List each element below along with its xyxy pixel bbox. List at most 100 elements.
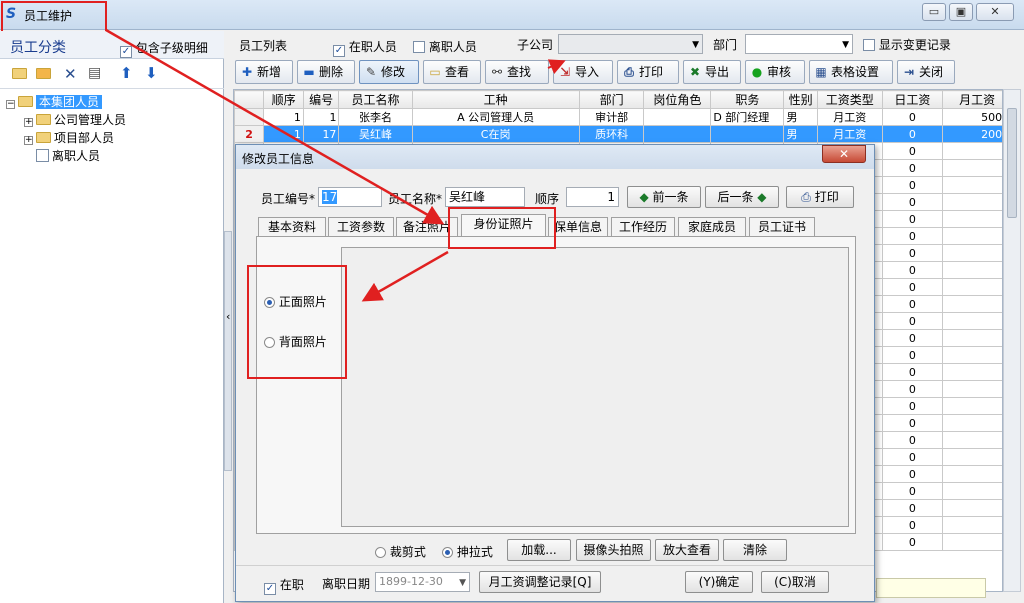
plus-icon: ✚ — [241, 65, 253, 79]
table-cell: 0 — [942, 414, 1002, 432]
tree-node-project-dept[interactable]: + 项目部人员 — [6, 129, 220, 147]
table-cell: 0 — [942, 159, 1002, 177]
order-label: 顺序 — [535, 192, 560, 206]
row-marker: 2 — [234, 125, 265, 143]
active-employees-checkbox[interactable]: ✓ 在职人员 — [333, 38, 397, 57]
toolbar-label: 修改 — [381, 65, 406, 79]
toolbar-button-8[interactable]: ● 审核 — [745, 60, 805, 84]
dialog-print-button[interactable]: ⎙ 打印 — [786, 186, 854, 208]
tab-0[interactable]: 基本资料 — [258, 217, 326, 237]
left-scrollbar[interactable] — [224, 231, 232, 471]
column-header[interactable]: 工资类型 — [816, 90, 883, 109]
tab-7[interactable]: 员工证书 — [749, 217, 815, 237]
toolbar-button-0[interactable]: ✚ 新增 — [235, 60, 293, 84]
column-header[interactable]: 员工名称 — [338, 90, 413, 109]
table-cell: 0 — [881, 414, 944, 432]
previous-record-button[interactable]: ◆ 前一条 — [627, 186, 701, 208]
toolbar-button-2[interactable]: ✎ 修改 — [359, 60, 419, 84]
zoom-view-button[interactable]: 放大查看 — [655, 539, 719, 561]
toolbar-label: 查找 — [507, 65, 532, 79]
search-button[interactable]: ⚯ 查找 — [485, 60, 549, 84]
table-row[interactable]: 2117吴红峰C在岗质环科 男月工资02000 — [234, 125, 1002, 143]
close-window-button[interactable]: ✕ — [976, 3, 1014, 21]
table-cell: C在岗 — [411, 125, 580, 143]
table-cell: A 公司管理人员 — [411, 108, 580, 126]
photo-area — [341, 247, 849, 527]
stretch-mode-radio[interactable]: 抻拉式 — [442, 543, 493, 560]
column-header[interactable]: 部门 — [578, 90, 645, 109]
grid-scrollbar[interactable] — [1003, 89, 1021, 592]
tree-node-root[interactable]: − 本集团人员 — [6, 93, 220, 111]
employee-name-field[interactable]: 吴红峰 — [445, 187, 525, 207]
tree-node-resigned[interactable]: 离职人员 — [6, 147, 220, 165]
toolbar-button-9[interactable]: ▦ 表格设置 — [809, 60, 893, 84]
column-header[interactable]: 性别 — [783, 90, 818, 109]
next-record-button[interactable]: 后一条 ◆ — [705, 186, 779, 208]
arrow-left-icon: ◆ — [639, 190, 649, 204]
tab-6[interactable]: 家庭成员 — [678, 217, 746, 237]
printer-icon: ⎙ — [624, 65, 634, 79]
table-cell: 0 — [942, 142, 1002, 160]
edit-folder-icon[interactable] — [36, 67, 54, 81]
expand-icon[interactable]: + — [24, 136, 33, 145]
load-photo-button[interactable]: 加载... — [507, 539, 571, 561]
toolbar-button-6[interactable]: ⎙ 打印 — [617, 60, 679, 84]
table-cell: 月工资 — [816, 125, 883, 143]
order-field[interactable]: 1 — [566, 187, 619, 207]
subsidiary-select[interactable]: ▼ — [558, 34, 703, 54]
table-cell: 0 — [881, 431, 944, 449]
minimize-button[interactable]: ▭ — [922, 3, 946, 21]
confirm-button[interactable]: (Y)确定 — [685, 571, 753, 593]
scroll-thumb[interactable] — [1007, 108, 1017, 218]
table-cell: 审计部 — [578, 108, 645, 126]
cancel-button[interactable]: (C)取消 — [761, 571, 829, 593]
column-header[interactable]: 顺序 — [263, 90, 304, 109]
maximize-button[interactable]: ▣ — [949, 3, 973, 21]
column-header[interactable]: 编号 — [302, 90, 340, 109]
radio-highlight-box — [247, 265, 347, 379]
table-cell: 0 — [881, 176, 944, 194]
column-header[interactable]: 工种 — [411, 90, 580, 109]
leave-date-field[interactable]: 1899-12-30 ▼ — [375, 572, 470, 592]
column-header[interactable]: 月工资 — [942, 90, 1002, 109]
employee-id-field[interactable]: 17 — [318, 187, 382, 207]
tab-5[interactable]: 工作经历 — [611, 217, 675, 237]
table-cell: 1 — [263, 125, 304, 143]
tab-1[interactable]: 工资参数 — [328, 217, 394, 237]
splitter-arrow-icon[interactable]: ‹ — [226, 310, 230, 323]
toolbar-button-10[interactable]: ⇥ 关闭 — [897, 60, 955, 84]
move-up-icon[interactable]: ⬆ — [120, 64, 133, 82]
refresh-icon[interactable]: ▤ — [88, 65, 101, 81]
column-header[interactable]: 职务 — [710, 90, 785, 109]
collapse-icon[interactable]: − — [6, 100, 15, 109]
move-down-icon[interactable]: ⬇ — [145, 64, 158, 82]
department-select[interactable]: ▼ — [745, 34, 853, 54]
category-tree: − 本集团人员 + 公司管理人员 + 项目部人员 离职人员 — [6, 93, 220, 165]
column-header[interactable]: 岗位角色 — [643, 90, 712, 109]
toolbar-label: 新增 — [257, 65, 282, 79]
resigned-employees-checkbox[interactable]: 离职人员 — [413, 38, 477, 55]
clear-photo-button[interactable]: 清除 — [723, 539, 787, 561]
toolbar-button-7[interactable]: ✖ 导出 — [683, 60, 741, 84]
salary-adjust-button[interactable]: 月工资调整记录[Q] — [479, 571, 601, 593]
show-changes-checkbox[interactable]: 显示变更记录 — [863, 36, 951, 53]
dialog-close-button[interactable]: ✕ — [822, 145, 866, 163]
toolbar-button-3[interactable]: ▭ 查看 — [423, 60, 481, 84]
folder-icon — [18, 96, 33, 107]
camera-capture-button[interactable]: 摄像头拍照 — [576, 539, 651, 561]
tree-node-company-mgmt[interactable]: + 公司管理人员 — [6, 111, 220, 129]
toolbar-button-1[interactable]: ▬ 删除 — [297, 60, 355, 84]
active-checkbox[interactable]: ✓ 在职 — [264, 576, 304, 595]
delete-icon[interactable]: ✕ — [64, 65, 77, 83]
table-row[interactable]: 11张李名A 公司管理人员审计部D 部门经理男月工资05000高中 — [234, 108, 1002, 126]
radio-selected-icon — [442, 547, 453, 558]
tree-node-label: 项目部人员 — [54, 131, 115, 145]
grid-settings-icon: ▦ — [815, 65, 827, 79]
include-sub-checkbox[interactable]: ✓ 包含子级明细 — [120, 39, 208, 58]
new-folder-icon[interactable] — [12, 67, 30, 81]
expand-icon[interactable]: + — [24, 118, 33, 127]
column-header[interactable]: 日工资 — [881, 90, 944, 109]
tab-4[interactable]: 保单信息 — [548, 217, 608, 237]
crop-mode-radio[interactable]: 裁剪式 — [375, 543, 426, 560]
toolbar-button-5[interactable]: ⇲ 导入 — [553, 60, 613, 84]
